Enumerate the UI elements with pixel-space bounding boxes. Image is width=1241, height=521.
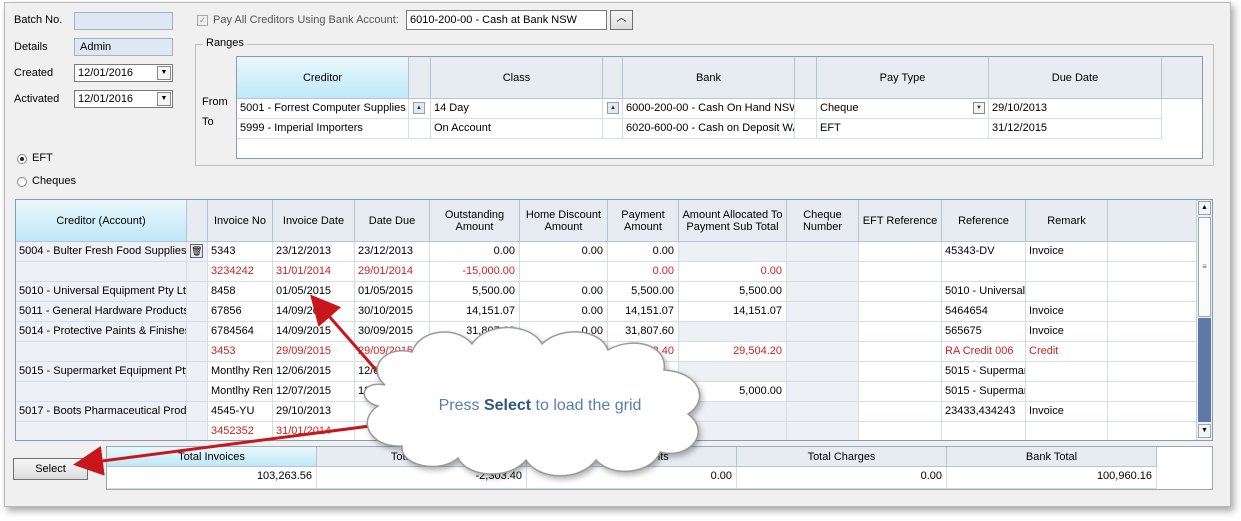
callout-bold: Select: [483, 397, 532, 414]
callout-suffix: to load the grid: [531, 397, 642, 414]
arrow-to-select-button: [73, 421, 394, 476]
callout-prefix: Press: [438, 397, 484, 414]
callout-text: Press Select to load the grid: [400, 397, 680, 415]
callout-overlay: [73, 294, 701, 477]
